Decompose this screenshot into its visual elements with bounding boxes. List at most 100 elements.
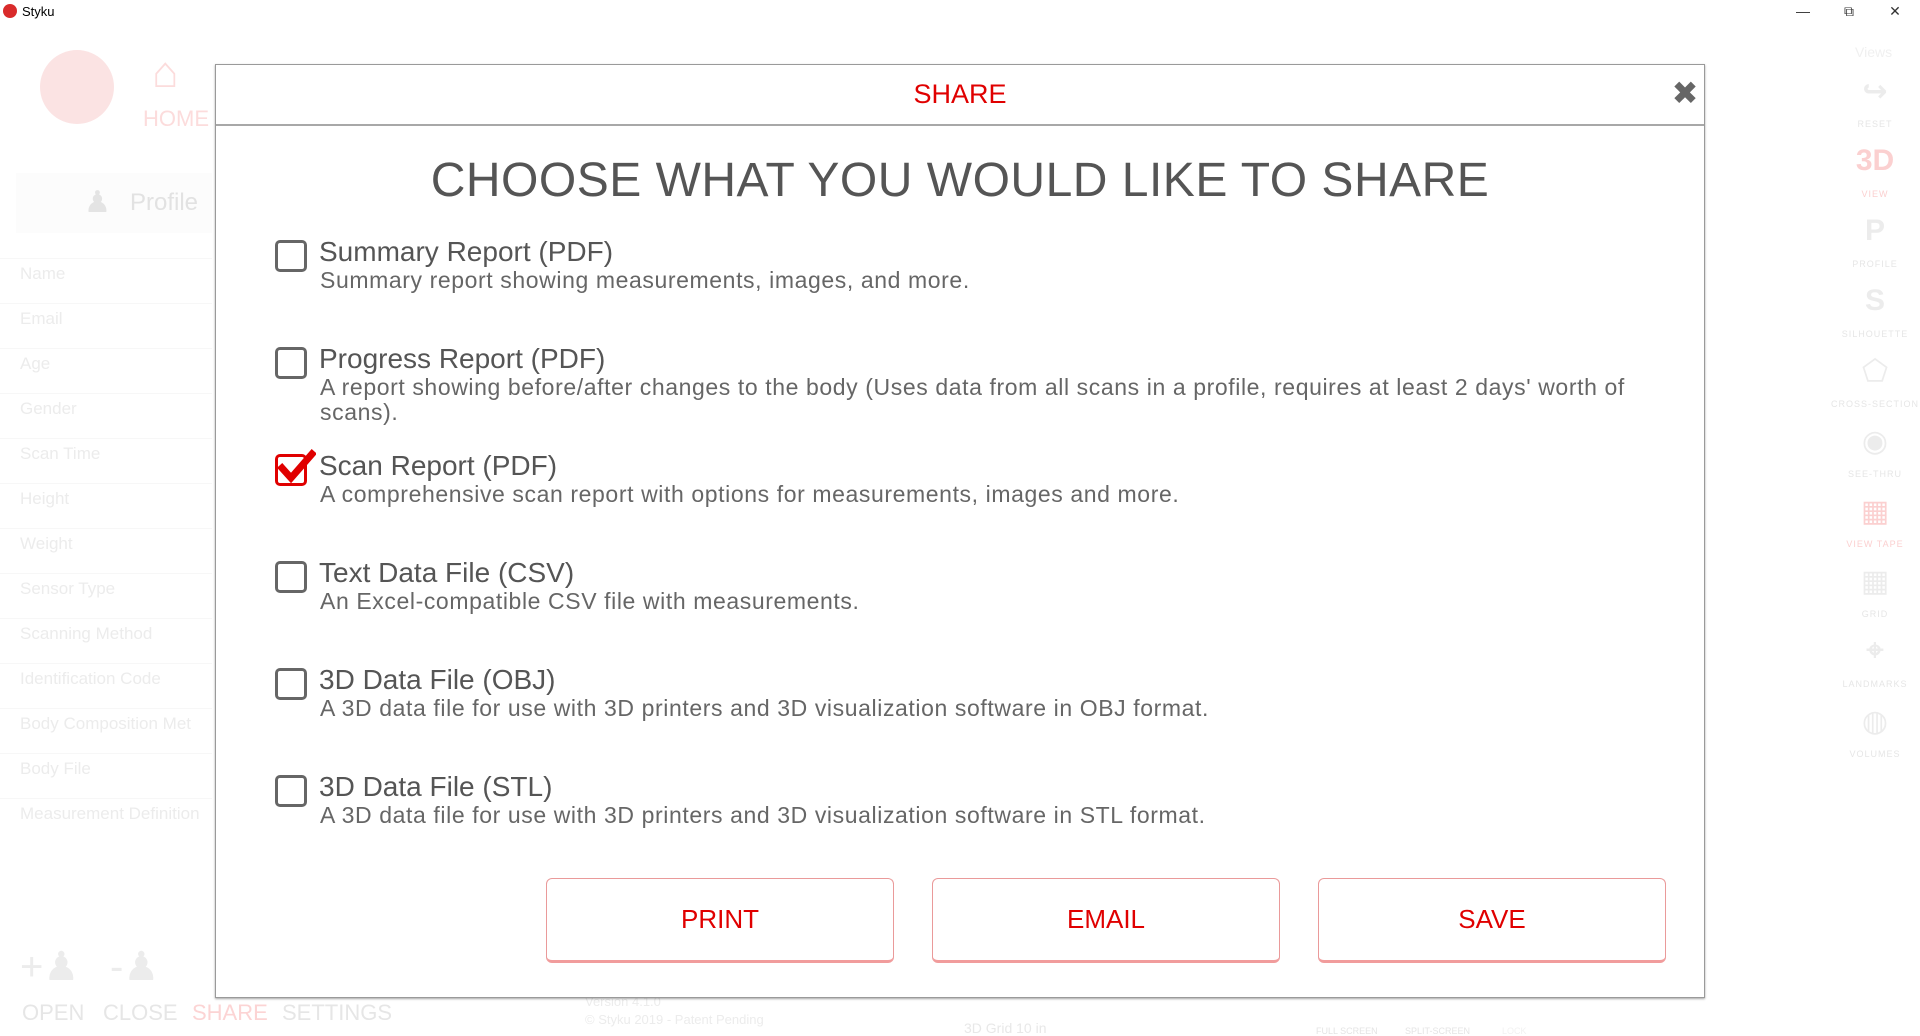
views-title: Views [1855,44,1893,60]
view-cross-section-icon[interactable]: ⬠ [1830,354,1920,389]
profile-person-icon: ♟ [84,186,111,219]
full-screen-button[interactable]: FULL SCREEN [1316,1026,1378,1036]
nav-settings[interactable]: SETTINGS [282,1000,392,1026]
lock-button[interactable]: LOCK [1502,1026,1527,1036]
option-description: A 3D data file for use with 3D printers … [320,695,1210,721]
option-title[interactable]: Summary Report (PDF) [319,236,613,268]
share-option[interactable]: Progress Report (PDF) A report showing be… [275,343,1675,447]
profile-label: Profile [130,189,199,216]
checkbox-unchecked[interactable] [275,561,307,593]
option-description: A report showing before/after changes to… [320,374,1625,425]
profile-tab[interactable]: ♟ Profile [16,173,212,233]
share-option[interactable]: Text Data File (CSV) An Excel-compatible … [275,557,1675,661]
profile-field-label: Age [20,354,51,373]
profile-field-label: Body File [20,759,91,778]
profile-field-label: Identification Code [20,669,161,688]
checkbox-unchecked[interactable] [275,347,307,379]
option-title[interactable]: 3D Data File (OBJ) [319,664,556,696]
option-description: A 3D data file for use with 3D printers … [320,802,1206,828]
profile-field-divider [0,348,212,349]
nav-share[interactable]: SHARE [192,1000,268,1026]
view-label[interactable]: GRID [1830,609,1920,619]
share-option[interactable]: 3D Data File (STL) A 3D data file for use… [275,771,1675,875]
view-label[interactable]: VOLUMES [1830,749,1920,759]
view-label[interactable]: RESET [1830,119,1920,129]
view-label[interactable]: VIEW [1830,189,1920,199]
option-title[interactable]: Progress Report (PDF) [319,343,605,375]
close-icon[interactable]: ✕ [1872,0,1918,24]
profile-field-label: Measurement Definition [20,804,200,823]
dialog-header: SHARE ✖ [216,65,1704,126]
view-grid-icon[interactable]: ▦ [1830,564,1920,599]
option-description: A comprehensive scan report with options… [320,481,1180,507]
profile-field-label: Name [20,264,66,283]
view-silhouette-icon[interactable]: S [1830,284,1920,318]
profile-field-divider [0,393,212,394]
copyright-text: © Styku 2019 - Patent Pending [585,1012,764,1027]
email-button[interactable]: EMAIL [932,878,1280,963]
nav-open[interactable]: OPEN [22,1000,84,1026]
profile-field-label: Height [20,489,70,508]
dialog-heading: CHOOSE WHAT YOU WOULD LIKE TO SHARE [430,154,1490,207]
profile-field-divider [0,303,212,304]
profile-field-label: Scanning Method [20,624,153,643]
view-profile-icon[interactable]: P [1830,214,1920,248]
option-title[interactable]: Text Data File (CSV) [319,557,574,589]
view-reset-icon[interactable]: ↪ [1830,74,1920,109]
share-option[interactable]: 3D Data File (OBJ) A 3D data file for use… [275,664,1675,768]
user-avatar-logo [40,50,114,124]
profile-field-label: Weight [20,534,73,553]
profile-field-divider [0,573,212,574]
view-label[interactable]: CROSS-SECTION [1830,399,1920,409]
open-profile-icon[interactable]: +♟ [20,944,79,990]
dialog-close-icon[interactable]: ✖ [1667,75,1703,111]
profile-field-label: Scan Time [20,444,101,463]
share-dialog: SHARE ✖ CHOOSE WHAT YOU WOULD LIKE TO SH… [215,64,1705,998]
checkbox-checked[interactable] [275,449,316,486]
profile-field-divider [0,798,212,799]
checkbox-unchecked[interactable] [275,775,307,807]
view-label[interactable]: SEE-THRU [1830,469,1920,479]
dialog-title: SHARE [913,79,1007,109]
share-option[interactable]: Scan Report (PDF) A comprehensive scan re… [275,449,1675,554]
option-title[interactable]: Scan Report (PDF) [319,450,557,482]
profile-field-divider [0,258,212,259]
app-title: Styku [22,4,55,19]
checkbox-unchecked[interactable] [275,240,307,272]
option-description: Summary report showing measurements, ima… [320,267,970,293]
view-label[interactable]: LANDMARKS [1830,679,1920,689]
profile-field-divider [0,753,212,754]
view-label[interactable]: SILHOUETTE [1830,329,1920,339]
close-profile-icon[interactable]: -♟ [110,944,159,990]
view-see-thru-icon[interactable]: ◉ [1830,424,1920,459]
share-option[interactable]: Summary Report (PDF) Summary report showi… [275,236,1675,340]
minimize-icon[interactable]: — [1780,0,1826,24]
view-view-tape-icon[interactable]: ▦ [1830,494,1920,529]
view-view-icon[interactable]: 3D [1830,144,1920,178]
grid-size-label: 3D Grid 10 in [964,1020,1047,1036]
nav-close[interactable]: CLOSE [103,1000,178,1026]
profile-field-divider [0,483,212,484]
save-button[interactable]: SAVE [1318,878,1666,963]
home-icon[interactable]: ⌂ [152,48,179,98]
profile-field-label: Sensor Type [20,579,116,598]
title-bar: Styku — ⧉ ✕ [0,0,1920,24]
profile-field-divider [0,438,212,439]
view-label[interactable]: PROFILE [1830,259,1920,269]
home-label[interactable]: HOME [143,106,209,132]
profile-field-divider [0,663,212,664]
profile-field-divider [0,528,212,529]
restore-icon[interactable]: ⧉ [1826,0,1872,24]
profile-field-label: Email [20,309,63,328]
checkbox-unchecked[interactable] [275,668,307,700]
views-panel: ↪ RESET 3D VIEW P PROFILE S SILHOUETTE ⬠ CROSS-SE… [1830,64,1920,759]
split-screen-button[interactable]: SPLIT-SCREEN [1405,1026,1470,1036]
option-title[interactable]: 3D Data File (STL) [319,771,552,803]
view-landmarks-icon[interactable]: ⌖ [1830,634,1920,668]
styku-logo-icon [3,4,17,18]
print-button[interactable]: PRINT [546,878,894,963]
profile-field-divider [0,618,212,619]
view-label[interactable]: VIEW TAPE [1830,539,1920,549]
profile-field-label: Body Composition Met [20,714,192,733]
view-volumes-icon[interactable]: ◍ [1830,704,1920,739]
